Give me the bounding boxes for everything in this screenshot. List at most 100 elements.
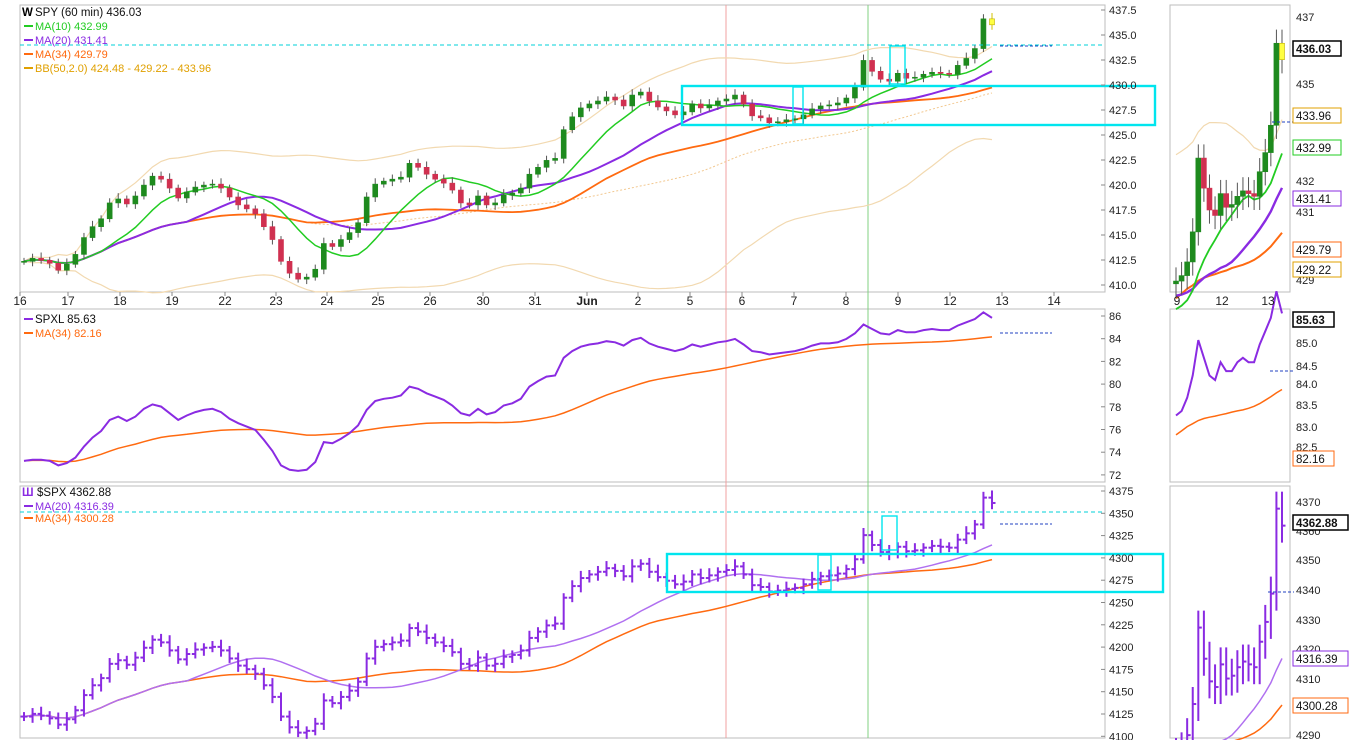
candle-body (106, 202, 113, 220)
candle-body (398, 176, 404, 180)
x-tick-label: 31 (528, 294, 542, 308)
zoom-y-tick-label: 4350 (1296, 555, 1320, 567)
candle-body (492, 202, 498, 206)
zoom-candle-body (1195, 157, 1202, 233)
candle-body (912, 76, 918, 79)
zoom-y-tick-label: 84.5 (1296, 361, 1317, 373)
candle-body (586, 103, 593, 109)
candle-body (38, 258, 44, 261)
price-badge-label: 431.41 (1296, 194, 1331, 206)
candle-body (963, 58, 970, 66)
zoom-candle-body (1201, 157, 1207, 189)
y-tick-label: 4350 (1109, 508, 1133, 520)
x-tick-label: 13 (995, 294, 1009, 308)
candle-body (209, 183, 216, 186)
candle-body (123, 198, 130, 205)
legend-label: MA(34) 4300.28 (35, 513, 114, 525)
legend-label: MA(34) 82.16 (35, 328, 102, 340)
candle-body (612, 96, 618, 101)
candle-body (663, 106, 670, 112)
y-tick-label: 78 (1109, 402, 1121, 414)
x-tick-label: Jun (576, 294, 597, 308)
candle-body (723, 98, 730, 102)
candle-body (132, 195, 139, 205)
zoom-panel-frame (1169, 485, 1291, 739)
candle-body (843, 97, 850, 104)
candle-body (141, 184, 147, 197)
candle-body (235, 196, 241, 206)
candle-body (466, 202, 473, 206)
candle-body (389, 178, 396, 182)
candle-body (415, 163, 421, 168)
y-tick-label: 415.0 (1109, 230, 1137, 242)
panel-frames (19, 4, 1291, 739)
zoom-candle-body (1240, 190, 1246, 197)
candle-body (655, 100, 661, 108)
x-tick-label: 25 (371, 294, 385, 308)
zoom-candle-body (1184, 261, 1190, 276)
x-tick-label: 8 (843, 294, 850, 308)
candle-body (363, 196, 370, 224)
y-tick-label: 74 (1109, 447, 1121, 459)
zoom-y-tick-label: 85.0 (1296, 338, 1317, 350)
candle-body (201, 184, 207, 188)
y-tick-label: 4275 (1109, 575, 1133, 587)
zoom-y-tick-label: 4340 (1296, 585, 1320, 597)
candle-body (29, 258, 36, 262)
zoom-candle-body (1262, 152, 1269, 173)
candle-body (740, 94, 747, 105)
zoom-candle-body (1268, 124, 1274, 153)
y-tick-label: 427.5 (1109, 105, 1137, 117)
candle-body (500, 194, 507, 204)
candle-body (21, 261, 27, 263)
candle-body (835, 102, 841, 106)
candle-body (518, 187, 524, 194)
zoom-y-tick-label: 84.0 (1296, 379, 1317, 391)
candle-body (946, 72, 952, 75)
spy-panel-title: SPY (60 min) 436.03 (35, 7, 142, 19)
candle-body (697, 103, 704, 109)
spx-chart-icon: Ш (22, 487, 34, 499)
main-panel-frame (19, 308, 1106, 483)
candle-body (449, 182, 456, 191)
candle-body (115, 198, 122, 204)
candle-body (346, 232, 353, 240)
price-badge-label: 4316.39 (1296, 654, 1338, 666)
x-tick-label: 6 (739, 294, 746, 308)
candle-body (817, 105, 824, 110)
candle-body (603, 96, 610, 102)
legend-label: MA(20) 4316.39 (35, 501, 114, 513)
candle-body (920, 73, 927, 78)
x-tick-label: 9 (895, 294, 902, 308)
candle-body (98, 218, 104, 227)
candle-body (458, 189, 464, 204)
x-tick-label: 5 (687, 294, 694, 308)
y-tick-label: 4175 (1109, 664, 1133, 676)
candle-body (620, 99, 627, 107)
candle-body (321, 243, 327, 270)
spy-chart-icon: W (22, 7, 33, 19)
x-tick-label: 23 (269, 294, 283, 308)
candle-body (278, 239, 284, 262)
candle-body (689, 103, 695, 113)
y-tick-label: 422.5 (1109, 155, 1137, 167)
candle-body (81, 237, 87, 255)
candle-body (483, 195, 490, 206)
candle-body (766, 117, 773, 124)
candle-body (646, 91, 653, 102)
legend-label: BB(50,2.0) 424.48 - 429.22 - 433.96 (35, 63, 211, 75)
zoom-x-tick-label: 12 (1215, 294, 1229, 308)
y-tick-label: 4150 (1109, 687, 1133, 699)
zoom-candle-body (1273, 42, 1280, 126)
price-badge-label: 85.63 (1296, 315, 1325, 327)
candle-body (732, 94, 738, 100)
zoom-candle-body (1251, 193, 1257, 197)
candle-body (869, 60, 875, 72)
candle-body (809, 108, 815, 116)
x-tick-label: 16 (13, 294, 27, 308)
candle-body (578, 107, 584, 118)
candle-body (72, 254, 79, 265)
stock-chart: 437.5 435.0 432.5 430.0 427.5 425.0 422.5 420.0… (13, 4, 1349, 740)
candle-body (886, 78, 893, 82)
y-tick-label: 4300 (1109, 553, 1133, 565)
